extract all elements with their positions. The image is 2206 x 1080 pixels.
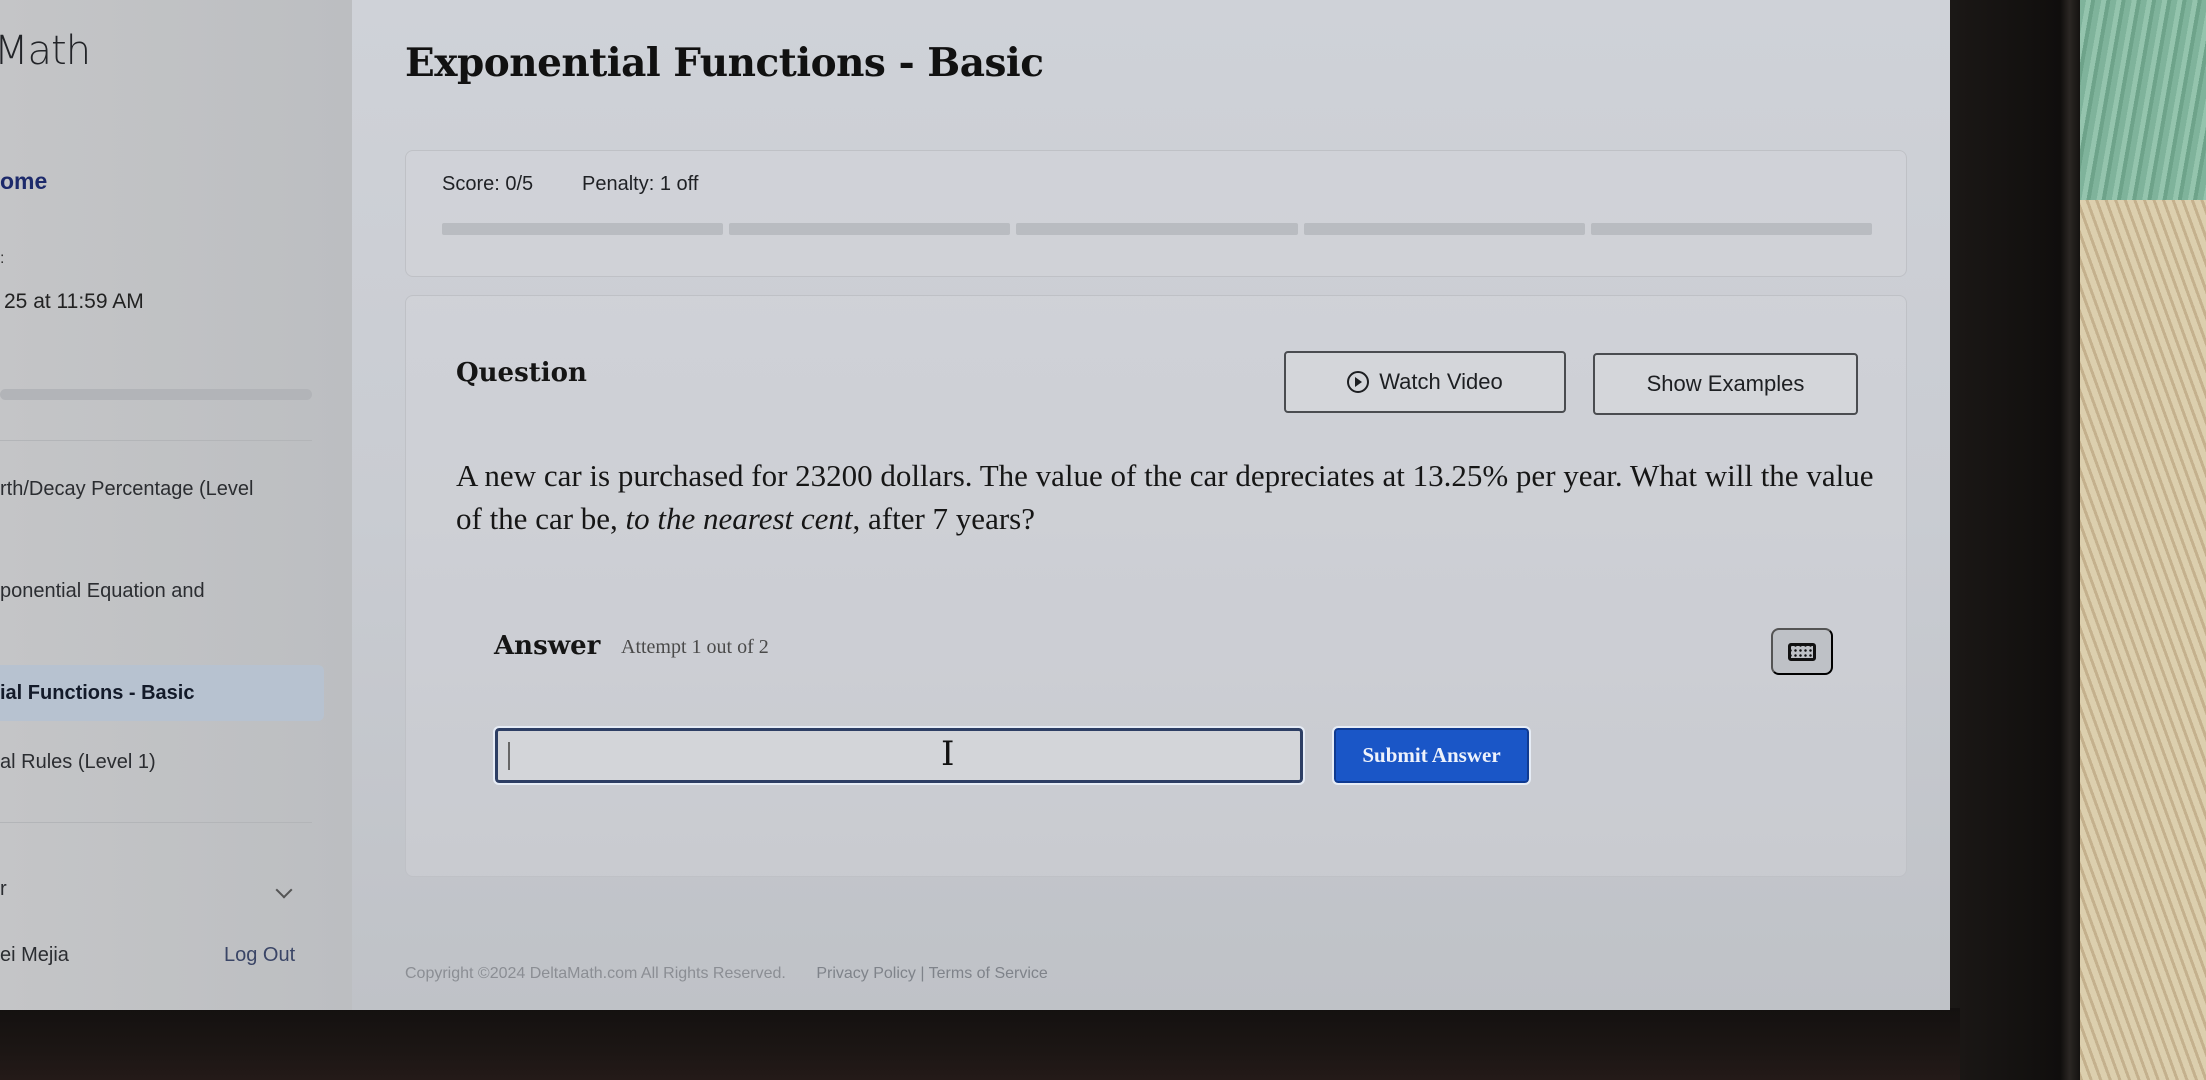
score-progress xyxy=(442,223,1873,235)
sidebar-item-exponent-rules[interactable]: al Rules (Level 1) xyxy=(0,751,156,774)
progress-segment xyxy=(1016,223,1298,235)
progress-segment xyxy=(1590,223,1873,235)
sidebar-item-exponential-functions-basic[interactable]: ial Functions - Basic xyxy=(0,665,324,721)
question-text-emphasis: to the nearest cent xyxy=(625,501,853,536)
question-text: A new car is purchased for 23200 dollars… xyxy=(456,454,1876,540)
keyboard-toggle-button[interactable] xyxy=(1771,628,1833,675)
screen: Math ome : 25 at 11:59 AM rth/Decay Perc… xyxy=(0,0,1950,1010)
logo: Math xyxy=(0,28,91,74)
keyboard-icon xyxy=(1788,642,1816,661)
score-text: Score: 0/5 xyxy=(442,173,534,195)
page-title: Exponential Functions - Basic xyxy=(405,40,1044,86)
answer-input[interactable] xyxy=(493,726,1305,785)
show-examples-button[interactable]: Show Examples xyxy=(1593,353,1858,415)
background-fabric-beige xyxy=(2080,200,2206,1080)
assignment-progress-bar xyxy=(0,389,312,400)
penalty-text: Penalty: 1 off xyxy=(582,173,699,195)
attempt-counter: Attempt 1 out of 2 xyxy=(621,636,769,658)
ibeam-cursor-icon: I xyxy=(941,734,955,774)
due-label: : xyxy=(0,250,5,267)
logout-link[interactable]: Log Out xyxy=(224,944,295,967)
divider xyxy=(0,822,312,823)
question-card: Question Watch Video Show Examples A new… xyxy=(405,295,1907,877)
progress-segment xyxy=(729,223,1011,235)
watch-video-button[interactable]: Watch Video xyxy=(1284,351,1566,413)
logo-text: Math xyxy=(0,28,91,74)
sidebar-home-link[interactable]: ome xyxy=(0,168,47,195)
background-fabric-green xyxy=(2080,0,2206,200)
due-date: 25 at 11:59 AM xyxy=(4,290,144,313)
laptop-bezel-right xyxy=(1950,0,2080,1080)
laptop-bezel-bottom xyxy=(0,1008,1960,1080)
progress-segment xyxy=(1303,223,1585,235)
divider xyxy=(0,440,312,441)
question-label: Question xyxy=(456,358,587,388)
text-caret xyxy=(508,742,510,770)
watch-video-label: Watch Video xyxy=(1379,369,1503,394)
footer-links[interactable]: Privacy Policy | Terms of Service xyxy=(816,965,1047,982)
sidebar: Math ome : 25 at 11:59 AM rth/Decay Perc… xyxy=(0,0,352,1010)
sidebar-section-toggle[interactable]: r xyxy=(0,878,7,901)
play-circle-icon xyxy=(1347,371,1370,393)
footer: Copyright ©2024 DeltaMath.com All Rights… xyxy=(405,965,1048,983)
submit-answer-button[interactable]: Submit Answer xyxy=(1332,726,1531,785)
chevron-down-icon[interactable] xyxy=(275,881,293,899)
sidebar-item-exponential-equation[interactable]: ponential Equation and xyxy=(0,580,205,603)
progress-segment xyxy=(442,223,724,235)
sidebar-item-growth-decay[interactable]: rth/Decay Percentage (Level xyxy=(0,478,253,501)
score-card: Score: 0/5 Penalty: 1 off xyxy=(405,150,1907,277)
answer-label: Answer xyxy=(494,631,601,661)
copyright-text: Copyright ©2024 DeltaMath.com All Rights… xyxy=(405,965,786,982)
user-name: ei Mejia xyxy=(0,944,69,966)
question-text-part2: , after 7 years? xyxy=(852,501,1035,536)
